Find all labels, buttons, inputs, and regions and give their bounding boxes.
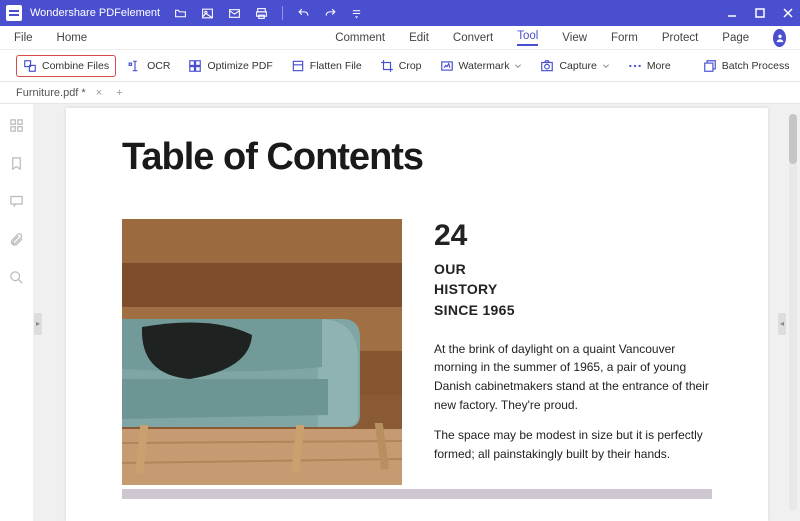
menu-home[interactable]: Home bbox=[57, 32, 88, 44]
capture-button[interactable]: Capture bbox=[534, 56, 615, 76]
flatten-button[interactable]: Flatten File bbox=[285, 56, 368, 76]
comment-panel-icon[interactable] bbox=[9, 194, 24, 214]
image-icon[interactable] bbox=[201, 7, 214, 20]
batch-button[interactable]: Batch Process bbox=[697, 56, 796, 76]
subtitle: OUR HISTORY SINCE 1965 bbox=[434, 259, 712, 320]
menu-edit[interactable]: Edit bbox=[409, 32, 429, 44]
mail-icon[interactable] bbox=[228, 7, 241, 20]
open-folder-icon[interactable] bbox=[174, 7, 187, 20]
content-column: 24 OUR HISTORY SINCE 1965 At the brink o… bbox=[434, 219, 712, 485]
ocr-label: OCR bbox=[147, 60, 170, 72]
pdf-page: Table of Contents bbox=[66, 108, 768, 521]
separator bbox=[282, 6, 283, 20]
tab-close-icon[interactable]: × bbox=[96, 87, 102, 99]
body-paragraph-1: At the brink of daylight on a quaint Van… bbox=[434, 340, 712, 414]
menu-tool[interactable]: Tool bbox=[517, 30, 538, 46]
menu-comment[interactable]: Comment bbox=[335, 32, 385, 44]
bookmark-icon[interactable] bbox=[9, 156, 24, 176]
furniture-photo bbox=[122, 219, 402, 485]
page-number: 24 bbox=[434, 219, 712, 253]
flatten-label: Flatten File bbox=[310, 60, 362, 72]
tabstrip: Furniture.pdf * × + bbox=[0, 82, 800, 104]
footer-strip bbox=[122, 489, 712, 499]
optimize-button[interactable]: Optimize PDF bbox=[182, 56, 278, 76]
maximize-icon[interactable] bbox=[754, 7, 766, 19]
vertical-scrollbar[interactable] bbox=[789, 114, 797, 511]
menu-view[interactable]: View bbox=[562, 32, 587, 44]
more-label: More bbox=[647, 60, 671, 72]
titlebar: Wondershare PDFelement bbox=[0, 0, 800, 26]
batch-label: Batch Process bbox=[722, 60, 790, 72]
collapse-left-icon[interactable]: ▸ bbox=[34, 313, 42, 335]
user-avatar-icon[interactable] bbox=[773, 29, 786, 47]
more-button[interactable]: More bbox=[622, 57, 677, 75]
watermark-label: Watermark bbox=[459, 60, 510, 72]
crop-button[interactable]: Crop bbox=[374, 56, 428, 76]
menubar: File Home Comment Edit Convert Tool View… bbox=[0, 26, 800, 50]
crop-label: Crop bbox=[399, 60, 422, 72]
thumbnails-icon[interactable] bbox=[9, 118, 24, 138]
search-icon[interactable] bbox=[9, 270, 24, 290]
menu-form[interactable]: Form bbox=[611, 32, 638, 44]
optimize-label: Optimize PDF bbox=[207, 60, 272, 72]
watermark-button[interactable]: Watermark bbox=[434, 56, 529, 76]
toolbar: Combine Files OCR Optimize PDF Flatten F… bbox=[0, 50, 800, 82]
body-paragraph-2: The space may be modest in size but it i… bbox=[434, 426, 712, 463]
combine-files-button[interactable]: Combine Files bbox=[16, 55, 116, 77]
dropdown-icon[interactable] bbox=[351, 8, 362, 19]
minimize-icon[interactable] bbox=[726, 7, 738, 19]
menu-convert[interactable]: Convert bbox=[453, 32, 493, 44]
tab-name: Furniture.pdf * bbox=[16, 87, 86, 99]
collapse-right-icon[interactable]: ◂ bbox=[778, 313, 786, 335]
menu-file[interactable]: File bbox=[14, 32, 33, 44]
ocr-button[interactable]: OCR bbox=[122, 56, 176, 76]
canvas[interactable]: ▸ ◂ Table of Contents bbox=[34, 104, 800, 521]
capture-label: Capture bbox=[559, 60, 596, 72]
menu-protect[interactable]: Protect bbox=[662, 32, 698, 44]
app-title: Wondershare PDFelement bbox=[30, 7, 160, 19]
document-tab[interactable]: Furniture.pdf * × bbox=[8, 87, 110, 99]
app-logo-icon bbox=[6, 5, 22, 21]
print-icon[interactable] bbox=[255, 7, 268, 20]
undo-icon[interactable] bbox=[297, 7, 310, 20]
attachment-icon[interactable] bbox=[9, 232, 24, 252]
tab-add-icon[interactable]: + bbox=[116, 87, 122, 99]
redo-icon[interactable] bbox=[324, 7, 337, 20]
page-title: Table of Contents bbox=[122, 136, 712, 179]
left-rail bbox=[0, 104, 34, 521]
close-icon[interactable] bbox=[782, 7, 794, 19]
workarea: ▸ ◂ Table of Contents bbox=[0, 104, 800, 521]
menu-page[interactable]: Page bbox=[722, 32, 749, 44]
combine-files-label: Combine Files bbox=[42, 60, 109, 72]
scrollbar-thumb[interactable] bbox=[789, 114, 797, 164]
